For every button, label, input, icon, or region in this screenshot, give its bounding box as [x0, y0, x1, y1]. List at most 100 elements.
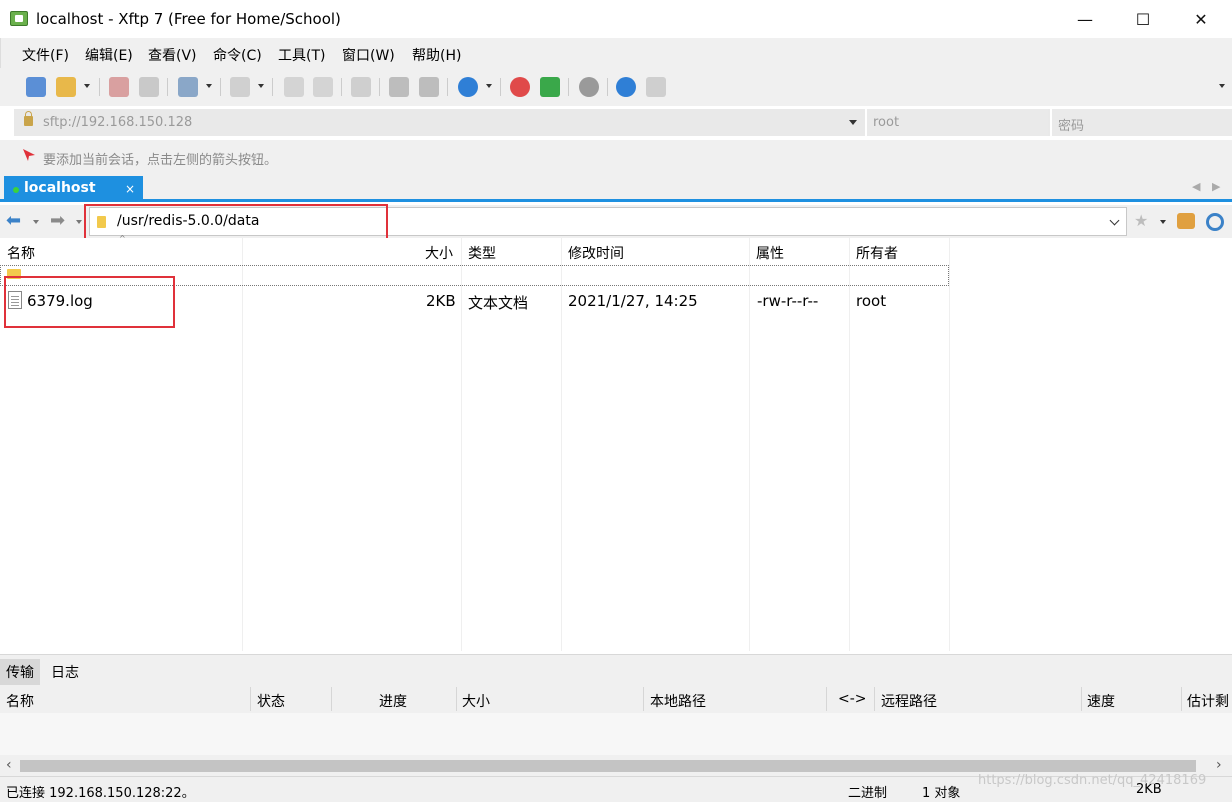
- menu-edit[interactable]: 编辑(E): [85, 45, 133, 65]
- help-icon[interactable]: [616, 77, 636, 97]
- chat-icon[interactable]: [646, 77, 666, 97]
- transfer-mode: 二进制: [848, 786, 888, 801]
- copy-icon[interactable]: [389, 77, 409, 97]
- menu-window[interactable]: 窗口(W): [342, 45, 395, 65]
- toolbar: [0, 68, 1232, 106]
- watermark-text: https://blog.csdn.net/qq_42418169: [978, 773, 1207, 788]
- maximize-button[interactable]: ☐: [1114, 0, 1172, 38]
- tab-transfer[interactable]: 传输: [0, 659, 40, 685]
- file-owner: root: [856, 292, 887, 310]
- toolbar-separator: [220, 78, 221, 96]
- tab-localhost[interactable]: localhost ×: [4, 176, 143, 202]
- transfer-list: [0, 713, 1232, 755]
- home-folder-icon[interactable]: [1177, 213, 1195, 229]
- connected-dot-icon: [13, 187, 19, 193]
- transfer-column-eta[interactable]: 估计剩: [1187, 687, 1232, 713]
- file-highlight-box: [4, 276, 175, 328]
- bookmark-dropdown-icon[interactable]: [1160, 220, 1166, 224]
- column-divider: [1081, 687, 1082, 711]
- toolbar-separator: [607, 78, 608, 96]
- open-dropdown-icon[interactable]: [84, 84, 90, 88]
- refresh-icon[interactable]: [1206, 213, 1224, 231]
- menu-file[interactable]: 文件(F): [22, 45, 69, 65]
- username-placeholder: root: [873, 115, 900, 130]
- username-field[interactable]: root: [865, 109, 1048, 136]
- forward-arrow-icon[interactable]: ➡: [50, 212, 65, 230]
- session-properties-icon[interactable]: [178, 77, 198, 97]
- column-attributes[interactable]: 属性: [756, 238, 784, 264]
- column-divider: [826, 687, 827, 711]
- globe-dropdown-icon[interactable]: [486, 84, 492, 88]
- column-name[interactable]: 名称: [7, 238, 35, 264]
- transfer-column-size[interactable]: 大小: [462, 687, 490, 713]
- menu-command[interactable]: 命令(C): [213, 45, 262, 65]
- column-divider: [949, 238, 950, 651]
- tab-scroll-left-icon[interactable]: ◀: [1192, 180, 1200, 193]
- transfer-column-local-path[interactable]: 本地路径: [650, 687, 706, 713]
- column-modified[interactable]: 修改时间: [568, 238, 624, 264]
- password-field[interactable]: 密码: [1050, 109, 1232, 136]
- toolbar-separator: [99, 78, 100, 96]
- password-placeholder: 密码: [1058, 119, 1085, 134]
- upload-icon[interactable]: [284, 77, 304, 97]
- lock-icon: [24, 111, 33, 126]
- menu-tools[interactable]: 工具(T): [278, 45, 325, 65]
- gear-icon[interactable]: [579, 77, 599, 97]
- sort-indicator-icon: ^: [119, 234, 126, 243]
- tab-close-icon[interactable]: ×: [125, 182, 135, 196]
- column-divider: [250, 687, 251, 711]
- xshell-icon[interactable]: [510, 77, 530, 97]
- menu-help[interactable]: 帮助(H): [412, 45, 461, 65]
- scroll-left-icon[interactable]: ‹: [6, 757, 12, 773]
- toolbar-separator: [341, 78, 342, 96]
- minimize-button[interactable]: —: [1056, 0, 1114, 38]
- forward-dropdown-icon[interactable]: [76, 220, 82, 224]
- scrollbar-thumb[interactable]: [20, 760, 1196, 772]
- host-dropdown-icon[interactable]: [849, 120, 857, 125]
- column-divider: [1181, 687, 1182, 711]
- paste-icon[interactable]: [419, 77, 439, 97]
- disconnect-icon[interactable]: [139, 77, 159, 97]
- toolbar-overflow-icon[interactable]: [1219, 84, 1225, 88]
- download-icon[interactable]: [313, 77, 333, 97]
- properties-dropdown-icon[interactable]: [206, 84, 212, 88]
- transfer-column-progress[interactable]: 进度: [379, 687, 407, 713]
- transfer-column-speed[interactable]: 速度: [1087, 687, 1115, 713]
- close-button[interactable]: ✕: [1172, 0, 1230, 38]
- globe-icon[interactable]: [458, 77, 478, 97]
- menu-bar: 文件(F) 编辑(E) 查看(V) 命令(C) 工具(T) 窗口(W) 帮助(H…: [0, 38, 1232, 68]
- transfer-column-name[interactable]: 名称: [6, 687, 34, 713]
- back-arrow-icon[interactable]: ⬅: [6, 212, 21, 230]
- back-dropdown-icon[interactable]: [33, 220, 39, 224]
- transfer-column-status[interactable]: 状态: [257, 687, 285, 713]
- path-dropdown-icon[interactable]: [1109, 215, 1120, 226]
- menu-view[interactable]: 查看(V): [148, 45, 197, 65]
- tab-log[interactable]: 日志: [45, 659, 85, 685]
- toolbar-separator: [272, 78, 273, 96]
- title-bar: localhost - Xftp 7 (Free for Home/School…: [0, 0, 1232, 38]
- xftp-app-icon: [10, 11, 28, 26]
- scroll-right-icon[interactable]: ›: [1216, 757, 1222, 773]
- connect-icon[interactable]: [109, 77, 129, 97]
- file-type: 文本文档: [468, 294, 529, 312]
- sync-icon[interactable]: [351, 77, 371, 97]
- column-divider: [331, 687, 332, 711]
- open-folder-icon[interactable]: [56, 77, 76, 97]
- host-input[interactable]: sftp://192.168.150.128: [43, 115, 192, 130]
- xftp-icon[interactable]: [540, 77, 560, 97]
- star-icon[interactable]: ★: [1134, 212, 1148, 230]
- hint-text: 要添加当前会话，点击左侧的箭头按钮。: [43, 153, 278, 168]
- tab-scroll-right-icon[interactable]: ▶: [1212, 180, 1220, 193]
- transfer-icon[interactable]: [230, 77, 250, 97]
- column-size[interactable]: 大小: [425, 238, 453, 264]
- file-modified: 2021/1/27, 14:25: [568, 292, 698, 310]
- column-type[interactable]: 类型: [468, 238, 496, 264]
- add-session-arrow-icon[interactable]: [22, 148, 36, 162]
- transfer-column-direction[interactable]: <->: [838, 687, 867, 713]
- column-owner[interactable]: 所有者: [856, 238, 898, 264]
- hint-bar: 要添加当前会话，点击左侧的箭头按钮。: [0, 140, 1232, 172]
- new-session-icon[interactable]: [26, 77, 46, 97]
- transfer-column-remote-path[interactable]: 远程路径: [881, 687, 937, 713]
- toolbar-separator: [568, 78, 569, 96]
- transfer-dropdown-icon[interactable]: [258, 84, 264, 88]
